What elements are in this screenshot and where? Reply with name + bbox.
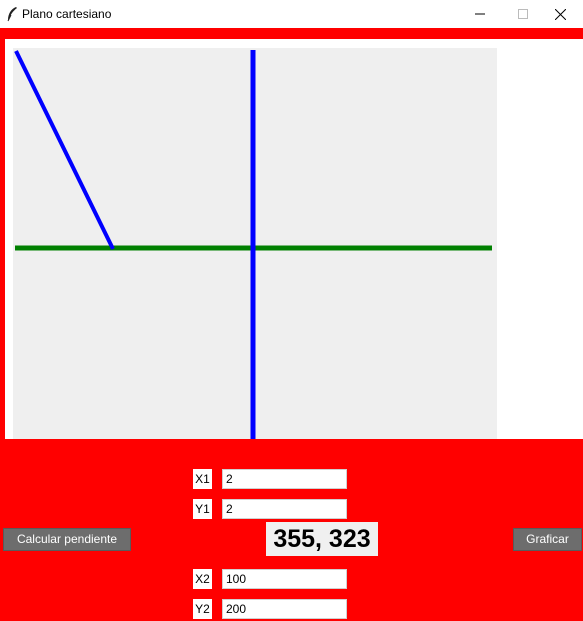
calculate-slope-button[interactable]: Calcular pendiente xyxy=(3,528,131,551)
y1-field[interactable] xyxy=(222,499,347,519)
plotted-line xyxy=(14,50,115,250)
coordinates-display: 355, 323 xyxy=(266,522,378,556)
window-title: Plano cartesiano xyxy=(22,7,112,21)
minimize-icon xyxy=(475,13,485,15)
cartesian-canvas[interactable] xyxy=(13,48,497,439)
top-frame-strip xyxy=(0,28,583,39)
x2-label: X2 xyxy=(193,569,212,589)
y1-label: Y1 xyxy=(193,499,212,519)
x1-field[interactable] xyxy=(222,469,347,489)
left-frame-strip xyxy=(0,39,5,439)
window-title-bar: Plano cartesiano xyxy=(0,0,583,28)
minimize-button[interactable] xyxy=(457,0,503,28)
x2-field[interactable] xyxy=(222,569,347,589)
feather-icon xyxy=(7,7,17,22)
y2-label: Y2 xyxy=(193,599,212,619)
maximize-icon xyxy=(518,9,528,19)
close-button[interactable] xyxy=(537,0,583,28)
x1-label: X1 xyxy=(193,469,212,489)
close-icon xyxy=(554,8,566,20)
y2-field[interactable] xyxy=(222,599,347,619)
cartesian-plane xyxy=(14,50,492,439)
plot-button[interactable]: Graficar xyxy=(513,528,582,551)
